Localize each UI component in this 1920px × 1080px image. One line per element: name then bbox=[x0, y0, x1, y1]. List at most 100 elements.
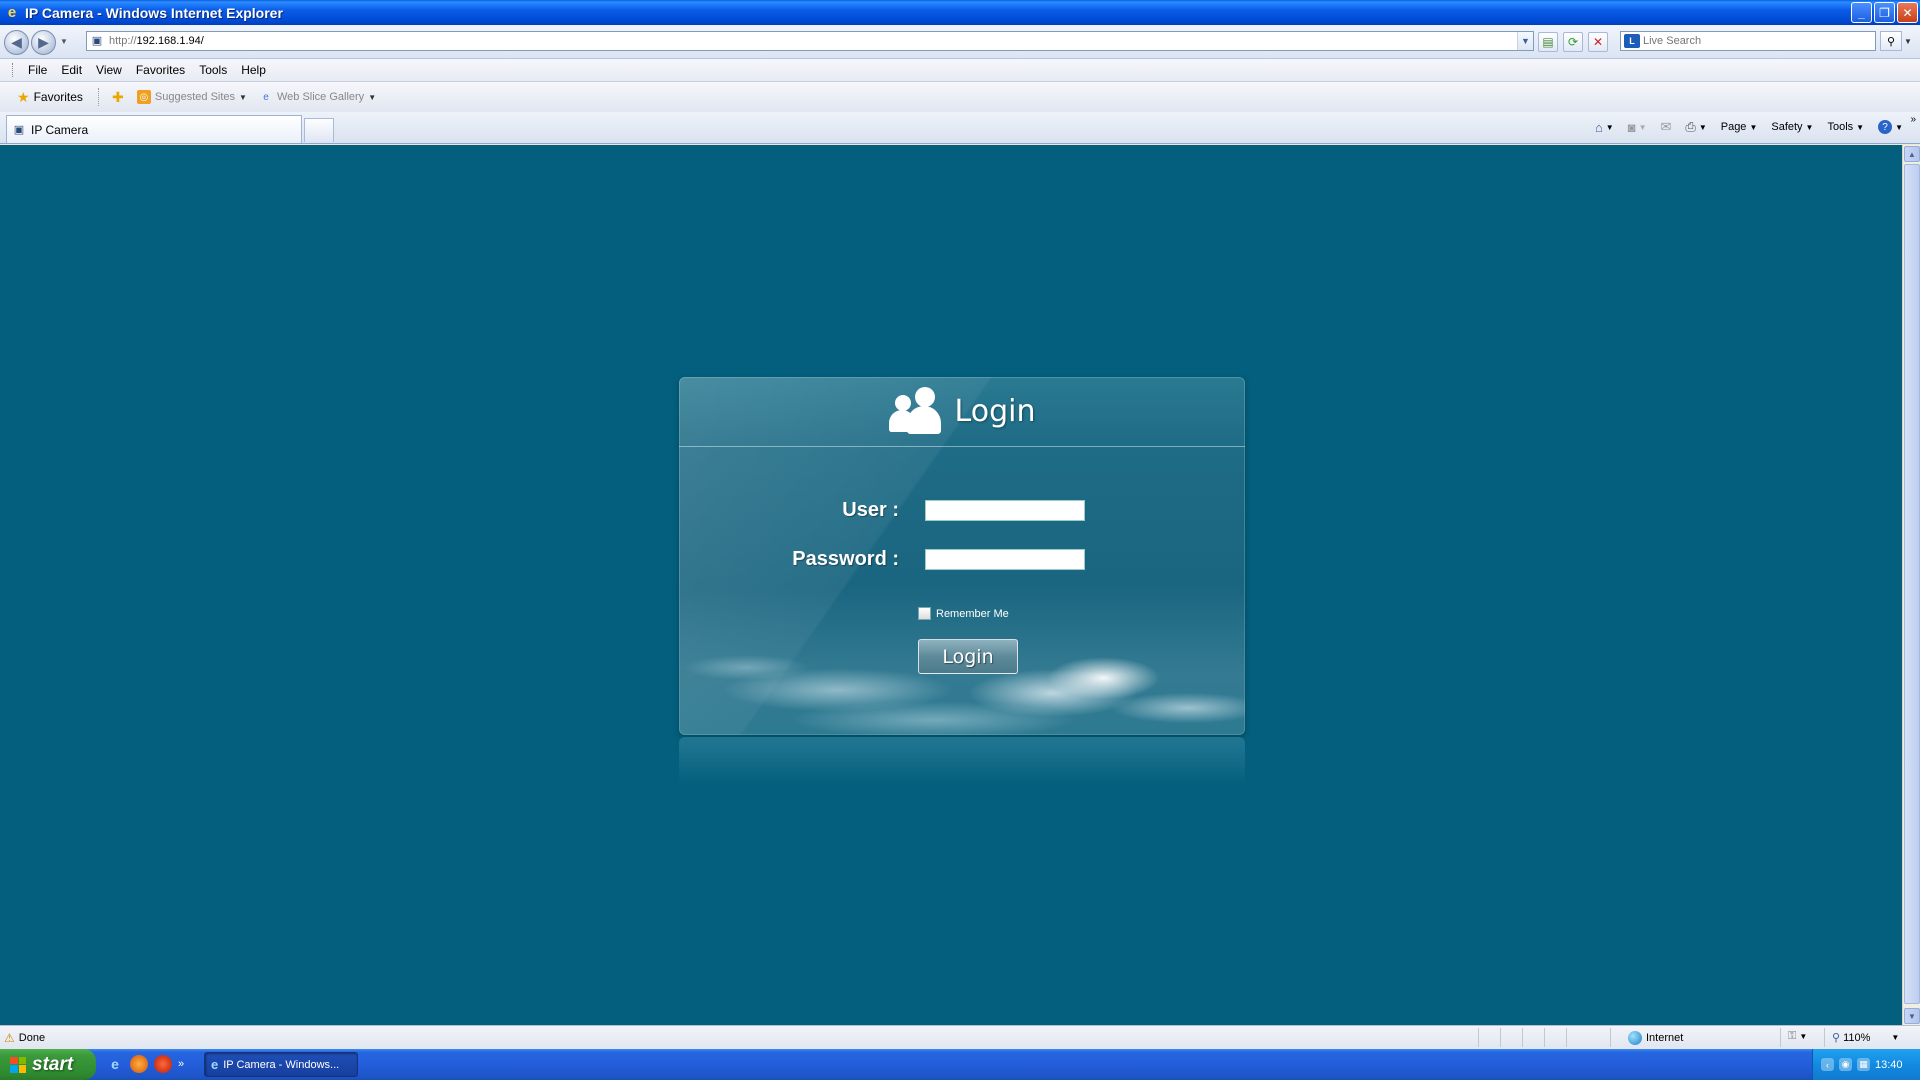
firefox-launch-icon[interactable] bbox=[130, 1055, 148, 1073]
chevron-down-icon: ▼ bbox=[1805, 122, 1814, 132]
compatibility-icon: ▤ bbox=[1542, 35, 1554, 49]
print-button[interactable]: ⎙ ▼ bbox=[1680, 117, 1711, 137]
rss-feed-icon: ◙ bbox=[1627, 119, 1636, 135]
tray-back-icon[interactable]: ‹ bbox=[1821, 1058, 1834, 1071]
home-button[interactable]: ⌂ ▼ bbox=[1590, 118, 1619, 137]
status-divider bbox=[1610, 1028, 1611, 1047]
zoom-icon: ⚲ bbox=[1832, 1032, 1841, 1044]
maximize-button[interactable]: ❐ bbox=[1874, 2, 1895, 23]
refresh-icon: ⟳ bbox=[1567, 35, 1579, 49]
users-icon bbox=[888, 386, 941, 437]
live-search-icon: L bbox=[1624, 34, 1640, 48]
site-favicon-icon: ▣ bbox=[91, 35, 103, 47]
page-menu-label: Page bbox=[1720, 121, 1747, 133]
menu-favorites[interactable]: Favorites bbox=[129, 61, 192, 79]
favorites-label: Favorites bbox=[33, 90, 83, 104]
tab-title: IP Camera bbox=[31, 122, 89, 137]
add-to-favorites-bar-button[interactable]: ✚ bbox=[105, 87, 131, 107]
safety-menu[interactable]: Safety ▼ bbox=[1766, 119, 1818, 135]
menu-edit[interactable]: Edit bbox=[54, 61, 89, 79]
window-title-bar: e IP Camera - Windows Internet Explorer … bbox=[0, 0, 1920, 25]
security-zone[interactable]: Internet bbox=[1628, 1031, 1683, 1045]
menu-help[interactable]: Help bbox=[234, 61, 273, 79]
taskbar-item-label: IP Camera - Windows... bbox=[223, 1058, 340, 1071]
compatibility-view-button[interactable]: ▤ bbox=[1538, 32, 1558, 52]
close-button[interactable]: ✕ bbox=[1897, 2, 1918, 23]
forward-button[interactable]: ▶ bbox=[31, 30, 56, 55]
more-commands-icon[interactable]: » bbox=[1910, 114, 1916, 125]
protected-mode-button[interactable]: ⚿ ▼ bbox=[1788, 1030, 1807, 1043]
help-button[interactable]: ? ▼ bbox=[1873, 118, 1908, 136]
refresh-button[interactable]: ⟳ bbox=[1563, 32, 1583, 52]
recent-pages-dropdown[interactable]: ▼ bbox=[60, 37, 68, 46]
zoom-level-button[interactable]: ⚲ 110% ▼ bbox=[1832, 1031, 1899, 1045]
protected-mode-icon: ⚿ bbox=[1788, 1030, 1797, 1042]
chevron-down-icon: ▼ bbox=[368, 92, 377, 102]
favorites-button[interactable]: ★ Favorites bbox=[8, 85, 92, 110]
tab-ip-camera[interactable]: ▣ IP Camera bbox=[6, 115, 302, 143]
favorites-star-icon: ★ bbox=[17, 88, 30, 105]
quick-launch-more-icon[interactable]: » bbox=[178, 1058, 184, 1070]
new-tab-button[interactable] bbox=[304, 118, 334, 142]
start-button[interactable]: start bbox=[0, 1049, 96, 1080]
login-button[interactable]: Login bbox=[918, 639, 1018, 674]
address-dropdown-icon[interactable]: ▼ bbox=[1517, 32, 1533, 50]
tab-favicon-icon: ▣ bbox=[13, 124, 25, 136]
status-divider bbox=[1544, 1028, 1545, 1047]
menu-tools[interactable]: Tools bbox=[192, 61, 234, 79]
favlink-web-slice-gallery[interactable]: e Web Slice Gallery ▼ bbox=[253, 87, 382, 107]
safety-menu-label: Safety bbox=[1771, 121, 1803, 133]
printer-icon: ⎙ bbox=[1685, 119, 1696, 134]
quick-launch: e » bbox=[106, 1055, 184, 1073]
address-bar[interactable]: ▣ http://192.168.1.94/ ▼ bbox=[86, 31, 1534, 51]
menu-view[interactable]: View bbox=[89, 61, 129, 79]
vertical-scrollbar[interactable]: ▲ ▼ bbox=[1902, 145, 1920, 1025]
scroll-down-icon[interactable]: ▼ bbox=[1904, 1008, 1920, 1024]
read-mail-button[interactable]: ✉ bbox=[1656, 117, 1677, 137]
address-url[interactable]: http://192.168.1.94/ bbox=[109, 35, 204, 47]
tray-app-icon[interactable]: ▦ bbox=[1857, 1058, 1870, 1071]
status-text-area: ⚠ Done bbox=[4, 1031, 45, 1045]
favlink-suggested-sites[interactable]: ◎ Suggested Sites ▼ bbox=[131, 87, 253, 107]
password-label: Password : bbox=[792, 548, 899, 570]
tools-menu[interactable]: Tools ▼ bbox=[1822, 119, 1869, 135]
clock[interactable]: 13:40 bbox=[1875, 1059, 1903, 1071]
chevron-down-icon: ▼ bbox=[1895, 122, 1903, 132]
password-input[interactable] bbox=[925, 549, 1085, 570]
tray-network-icon[interactable]: ◉ bbox=[1839, 1058, 1852, 1071]
user-label: User : bbox=[842, 499, 899, 521]
status-text: Done bbox=[18, 1032, 46, 1044]
forward-arrow-icon: ▶ bbox=[38, 34, 49, 50]
stop-icon: ✕ bbox=[1592, 35, 1604, 49]
stop-button[interactable]: ✕ bbox=[1588, 32, 1608, 52]
search-options-dropdown[interactable]: ▼ bbox=[1904, 37, 1912, 46]
search-input[interactable] bbox=[1643, 35, 1863, 47]
remember-me: Remember Me bbox=[918, 607, 1009, 620]
chevron-down-icon: ▼ bbox=[239, 92, 247, 102]
system-tray: ‹ ◉ ▦ 13:40 bbox=[1812, 1049, 1920, 1080]
panel-reflection bbox=[679, 737, 1245, 785]
suggested-sites-icon: ◎ bbox=[136, 90, 151, 104]
user-input[interactable] bbox=[925, 500, 1085, 521]
back-arrow-icon: ◀ bbox=[11, 34, 22, 50]
zoom-level: 110% bbox=[1843, 1031, 1871, 1044]
page-menu[interactable]: Page ▼ bbox=[1716, 119, 1763, 135]
scroll-up-icon[interactable]: ▲ bbox=[1904, 146, 1920, 162]
login-panel: Login User : Password : Remember Me Logi… bbox=[679, 377, 1245, 735]
feeds-button[interactable]: ◙ ▼ bbox=[1623, 118, 1652, 137]
browser-launch-icon[interactable] bbox=[154, 1055, 172, 1073]
back-button[interactable]: ◀ bbox=[4, 30, 29, 55]
taskbar-item-ip-camera[interactable]: e IP Camera - Windows... bbox=[204, 1052, 358, 1077]
status-divider bbox=[1500, 1028, 1501, 1047]
search-box[interactable]: L bbox=[1620, 31, 1876, 51]
scrollbar-thumb[interactable] bbox=[1904, 164, 1920, 1004]
password-row: Password : bbox=[679, 548, 1085, 571]
remember-me-label: Remember Me bbox=[936, 607, 1009, 620]
minimize-button[interactable]: _ bbox=[1851, 2, 1872, 23]
search-button[interactable]: ⚲ bbox=[1880, 31, 1902, 51]
ie-launch-icon[interactable]: e bbox=[106, 1055, 124, 1073]
remember-me-checkbox[interactable] bbox=[918, 607, 931, 620]
chevron-down-icon: ▼ bbox=[1749, 122, 1758, 132]
chevron-down-icon: ▼ bbox=[1799, 1032, 1808, 1041]
menu-file[interactable]: File bbox=[21, 61, 54, 79]
